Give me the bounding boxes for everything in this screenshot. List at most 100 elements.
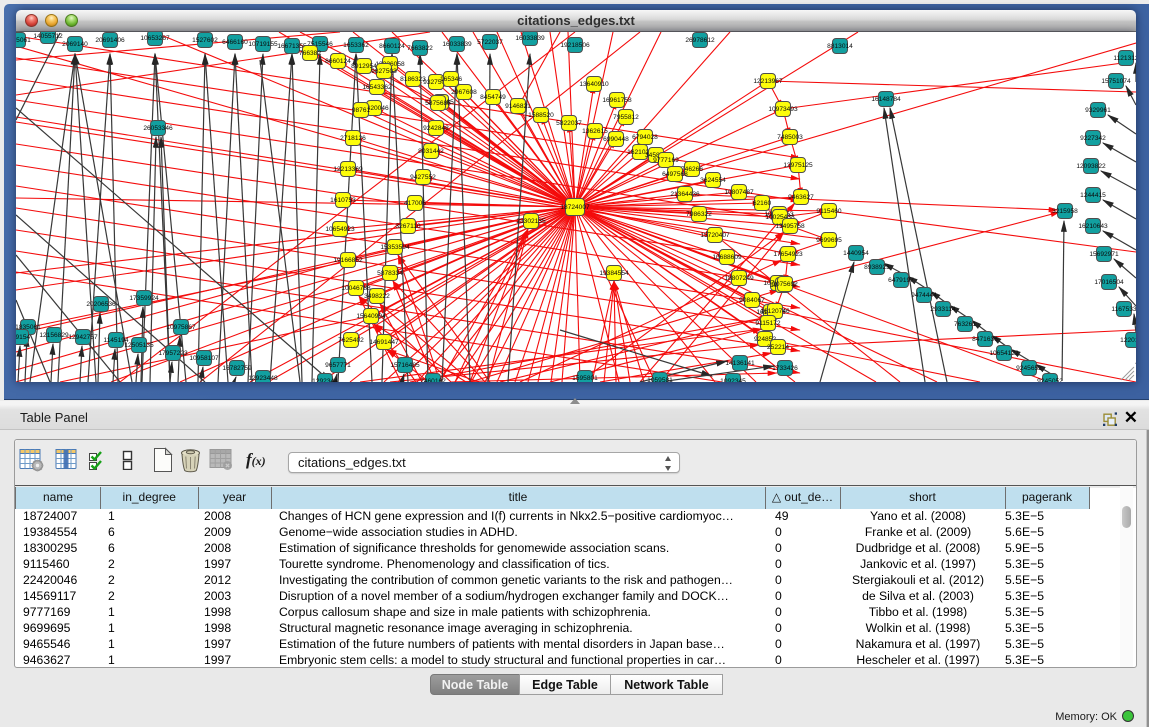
svg-text:21364436: 21364436 (670, 191, 700, 198)
svg-text:10653267: 10653267 (140, 35, 170, 42)
svg-text:1092345: 1092345 (720, 378, 746, 382)
svg-text:5722037: 5722037 (477, 39, 503, 46)
svg-text:1835061: 1835061 (16, 37, 31, 44)
svg-text:1121312: 1121312 (1113, 55, 1136, 62)
svg-text:9474444: 9474444 (911, 292, 937, 299)
svg-text:98761: 98761 (352, 107, 371, 114)
svg-text:3498222: 3498222 (364, 293, 390, 300)
svg-text:16148784: 16148784 (871, 96, 901, 103)
svg-text:6794028: 6794028 (632, 134, 658, 141)
svg-text:1440954: 1440954 (843, 250, 869, 257)
svg-text:7663822: 7663822 (407, 45, 433, 52)
svg-text:6990448: 6990448 (603, 136, 629, 143)
svg-text:16033839: 16033839 (515, 35, 545, 42)
svg-text:1527602: 1527602 (192, 37, 218, 44)
svg-text:18807249: 18807249 (724, 275, 754, 282)
svg-text:16782759: 16782759 (222, 365, 252, 372)
svg-text:165346: 165346 (440, 76, 462, 83)
svg-text:62160: 62160 (753, 200, 772, 207)
svg-text:20206536: 20206536 (86, 301, 116, 308)
svg-text:1362615: 1362615 (582, 128, 608, 135)
svg-text:10958107: 10958107 (189, 355, 219, 362)
svg-text:1167533: 1167533 (1111, 306, 1136, 313)
svg-text:9115172: 9115172 (755, 320, 781, 327)
svg-text:3624554: 3624554 (700, 177, 726, 184)
svg-text:9329961: 9329961 (1085, 107, 1111, 114)
svg-text:252214: 252214 (767, 344, 789, 351)
svg-text:10807487: 10807487 (724, 189, 754, 196)
svg-text:17359924: 17359924 (129, 295, 159, 302)
svg-text:10654122: 10654122 (989, 350, 1019, 357)
svg-text:2967608: 2967608 (451, 89, 477, 96)
svg-text:9699695: 9699695 (816, 237, 842, 244)
svg-text:7485003: 7485003 (777, 134, 803, 141)
svg-text:9242848: 9242848 (423, 125, 449, 132)
svg-text:2933114: 2933114 (930, 306, 956, 313)
svg-text:12975125: 12975125 (783, 162, 813, 169)
svg-text:10046788: 10046788 (341, 285, 371, 292)
svg-text:12093822: 12093822 (1076, 163, 1106, 170)
svg-text:6479197: 6479197 (888, 277, 914, 284)
svg-text:9427552: 9427552 (410, 174, 436, 181)
svg-text:9115460: 9115460 (816, 208, 842, 215)
svg-text:39154: 39154 (16, 334, 30, 341)
svg-text:7986322: 7986322 (686, 211, 712, 218)
svg-text:15353594: 15353594 (380, 244, 410, 251)
svg-text:26978612: 26978612 (685, 37, 715, 44)
svg-text:1653362: 1653362 (343, 42, 369, 49)
svg-text:20691406: 20691406 (95, 37, 125, 44)
svg-text:13495758: 13495758 (775, 223, 805, 230)
svg-text:1059581: 1059581 (647, 377, 673, 382)
svg-text:19384554: 19384554 (599, 270, 629, 277)
svg-text:15720407: 15720407 (700, 232, 730, 239)
svg-text:1244415: 1244415 (1080, 192, 1106, 199)
svg-text:2460162: 2460162 (420, 378, 446, 382)
svg-text:8031442: 8031442 (418, 148, 444, 155)
svg-text:16033839: 16033839 (442, 41, 472, 48)
svg-text:15640994: 15640994 (356, 313, 386, 320)
svg-text:8938923: 8938923 (864, 264, 890, 271)
svg-text:5822037: 5822037 (556, 120, 582, 127)
svg-text:15751074: 15751074 (1101, 78, 1131, 85)
svg-text:23302135: 23302135 (516, 218, 546, 225)
svg-text:2718126: 2718126 (340, 135, 366, 142)
svg-text:3267110: 3267110 (395, 223, 421, 230)
svg-text:1595801: 1595801 (572, 375, 598, 382)
svg-text:1610753: 1610753 (330, 197, 356, 204)
svg-text:14691447: 14691447 (369, 339, 399, 346)
svg-text:9245052: 9245052 (1037, 378, 1063, 382)
svg-text:9084067: 9084067 (739, 297, 765, 304)
svg-text:9777169: 9777169 (653, 157, 679, 164)
svg-text:5875685: 5875685 (425, 100, 451, 107)
svg-text:1588520: 1588520 (528, 112, 554, 119)
svg-text:16961758: 16961758 (602, 97, 632, 104)
svg-text:10719155: 10719155 (248, 41, 278, 48)
svg-text:26053346: 26053346 (143, 125, 173, 132)
svg-text:12213369: 12213369 (333, 166, 363, 173)
svg-text:1220146: 1220146 (1120, 337, 1136, 344)
svg-text:19166852: 19166852 (333, 257, 363, 264)
svg-text:17957223: 17957223 (158, 350, 188, 357)
svg-text:14055712: 14055712 (33, 33, 63, 40)
svg-text:12923448: 12923448 (248, 375, 278, 382)
svg-text:12505135: 12505135 (124, 342, 154, 349)
svg-text:8454749: 8454749 (480, 94, 506, 101)
svg-text:15692971: 15692971 (1089, 251, 1119, 258)
svg-text:10975867: 10975867 (166, 324, 196, 331)
svg-text:7955812: 7955812 (613, 114, 639, 121)
svg-text:16543362: 16543362 (362, 84, 392, 91)
svg-text:9245652: 9245652 (1016, 365, 1042, 372)
svg-text:9827503: 9827503 (371, 68, 397, 75)
svg-text:16210643: 16210643 (1078, 223, 1108, 230)
svg-text:10688609: 10688609 (712, 254, 742, 261)
svg-text:18724007: 18724007 (560, 204, 590, 211)
svg-text:8660124: 8660124 (325, 58, 351, 65)
svg-text:3215958: 3215958 (1052, 208, 1078, 215)
svg-text:763261: 763261 (954, 321, 976, 328)
svg-text:9227342: 9227342 (1080, 135, 1106, 142)
svg-text:12213967: 12213967 (753, 78, 783, 85)
svg-text:417006: 417006 (404, 200, 426, 207)
svg-text:10973493: 10973493 (768, 106, 798, 113)
svg-text:7625402: 7625402 (338, 337, 364, 344)
svg-text:9463627: 9463627 (788, 194, 814, 201)
